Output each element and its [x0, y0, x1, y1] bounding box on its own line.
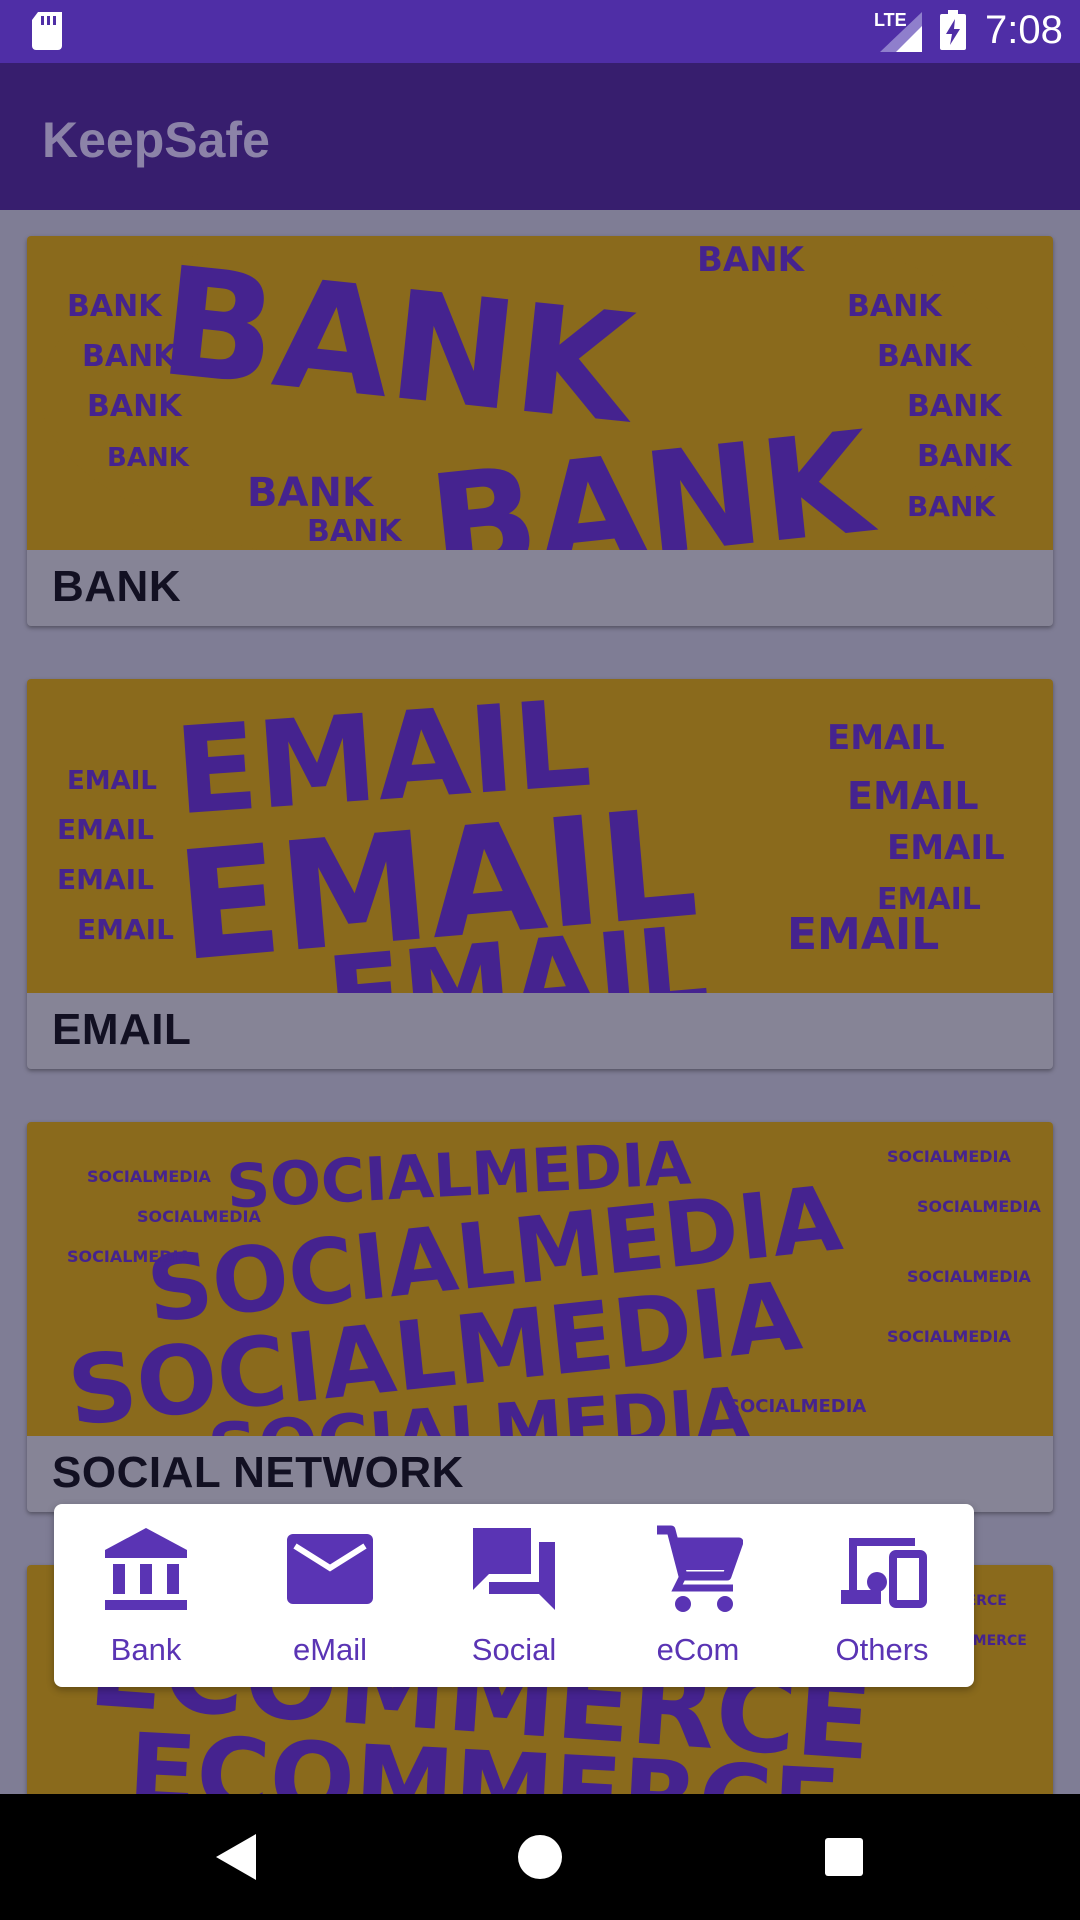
svg-text:SOCIALMEDIA: SOCIALMEDIA	[887, 1327, 1011, 1346]
svg-text:BANK: BANK	[877, 339, 973, 374]
battery-charging-icon	[940, 10, 966, 50]
email-banner-image: EMAIL EMAIL EMAIL EMAIL EMAIL EMAIL EMAI…	[27, 679, 1053, 993]
svg-text:BANK: BANK	[87, 389, 183, 424]
svg-text:EMAIL: EMAIL	[887, 828, 1005, 868]
nav-item-bank[interactable]: Bank	[54, 1504, 238, 1687]
back-icon[interactable]	[214, 1832, 258, 1882]
clock: 7:08	[985, 8, 1063, 52]
nav-label-bank: Bank	[110, 1632, 182, 1667]
svg-text:EMAIL: EMAIL	[827, 718, 945, 758]
app-title: KeepSafe	[42, 112, 270, 168]
nav-label-others: Others	[835, 1632, 929, 1667]
bank-banner-image: BANK BANK BANK BANK BANK BANK BANK BANK …	[27, 236, 1053, 550]
svg-text:BANK: BANK	[307, 514, 403, 549]
sd-card-icon	[32, 12, 62, 50]
home-icon[interactable]	[517, 1832, 563, 1882]
svg-text:EMAIL: EMAIL	[67, 766, 157, 796]
svg-text:BANK: BANK	[107, 443, 190, 473]
svg-text:EMAIL: EMAIL	[57, 813, 154, 846]
nav-item-ecom[interactable]: eCom	[606, 1504, 790, 1687]
svg-text:SOCIALMEDIA: SOCIALMEDIA	[727, 1396, 866, 1417]
svg-text:BANK: BANK	[907, 389, 1003, 424]
svg-text:EMAIL: EMAIL	[77, 913, 174, 946]
recents-icon[interactable]	[823, 1832, 865, 1882]
nav-item-others[interactable]: Others	[790, 1504, 974, 1687]
bottom-navigation: Bank eMail Social eCom Others	[54, 1504, 974, 1687]
nav-item-social[interactable]: Social	[422, 1504, 606, 1687]
category-card-social[interactable]: SOCIALMEDIA SOCIALMEDIA SOCIALMEDIA SOCI…	[27, 1122, 1053, 1512]
svg-text:SOCIALMEDIA: SOCIALMEDIA	[907, 1267, 1031, 1286]
bank-icon	[105, 1528, 187, 1610]
system-navigation-bar	[0, 1794, 1080, 1920]
svg-text:SOCIALMEDIA: SOCIALMEDIA	[887, 1147, 1011, 1166]
chat-icon	[473, 1528, 555, 1610]
svg-text:BANK: BANK	[847, 289, 943, 324]
category-card-bank[interactable]: BANK BANK BANK BANK BANK BANK BANK BANK …	[27, 236, 1053, 626]
svg-text:BANK: BANK	[697, 240, 806, 280]
svg-text:EMAIL: EMAIL	[57, 863, 154, 896]
cart-icon	[657, 1525, 743, 1612]
svg-text:SOCIALMEDIA: SOCIALMEDIA	[67, 1247, 191, 1266]
app-bar: KeepSafe	[0, 63, 1080, 210]
nav-label-email: eMail	[292, 1632, 368, 1667]
nav-label-ecom: eCom	[656, 1632, 740, 1667]
status-bar: LTE 7:08	[0, 0, 1080, 63]
category-card-email[interactable]: EMAIL EMAIL EMAIL EMAIL EMAIL EMAIL EMAI…	[27, 679, 1053, 1069]
category-label: BANK	[52, 562, 182, 611]
svg-text:BANK: BANK	[82, 339, 178, 374]
nav-label-social: Social	[471, 1632, 557, 1667]
nav-item-email[interactable]: eMail	[238, 1504, 422, 1687]
social-media-banner-image: SOCIALMEDIA SOCIALMEDIA SOCIALMEDIA SOCI…	[27, 1122, 1053, 1436]
svg-text:SOCIALMEDIA: SOCIALMEDIA	[917, 1197, 1041, 1216]
svg-text:EMAIL: EMAIL	[847, 774, 979, 818]
mail-icon	[287, 1534, 373, 1604]
category-label: EMAIL	[52, 1005, 192, 1054]
svg-text:BANK: BANK	[67, 289, 163, 324]
svg-text:BANK: BANK	[247, 470, 375, 516]
signal-icon	[880, 12, 922, 52]
svg-text:BANK: BANK	[907, 490, 996, 523]
svg-text:SOCIALMEDIA: SOCIALMEDIA	[87, 1167, 211, 1186]
svg-text:SOCIALMEDIA: SOCIALMEDIA	[137, 1207, 261, 1226]
svg-text:BANK: BANK	[917, 439, 1013, 474]
devices-icon	[841, 1538, 927, 1608]
svg-text:EMAIL: EMAIL	[787, 909, 939, 960]
category-label: SOCIAL NETWORK	[52, 1448, 464, 1497]
